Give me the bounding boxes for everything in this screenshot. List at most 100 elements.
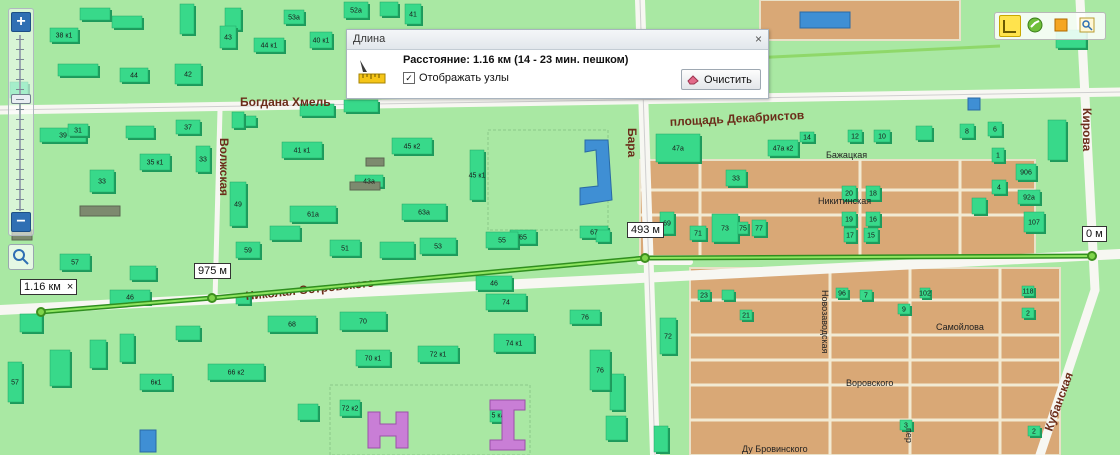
ruler-icon	[358, 60, 386, 84]
building-number: 6	[993, 127, 997, 134]
building-number: 65	[519, 235, 527, 242]
measure-popup: Длина × Расстояние: 1.16 км (14 - 23 мин…	[346, 29, 769, 99]
building[interactable]	[1047, 119, 1067, 161]
show-nodes-checkbox[interactable]: ✓	[403, 72, 415, 84]
building[interactable]	[297, 403, 319, 421]
building-number: 10	[878, 134, 886, 141]
zoom-tick	[16, 89, 24, 90]
svg-text:Воровского: Воровского	[846, 378, 893, 388]
building[interactable]	[89, 339, 107, 369]
building[interactable]	[119, 333, 135, 363]
distance-label-975: 975 м	[194, 263, 231, 279]
building[interactable]	[971, 197, 987, 215]
popup-title: Длина	[353, 33, 386, 45]
distance-label-493: 493 м	[627, 222, 664, 238]
building-number: 76	[581, 315, 589, 322]
building-number: 9	[902, 307, 906, 314]
building-number: 37	[184, 125, 192, 132]
building[interactable]	[79, 7, 111, 21]
building-number: 44	[130, 73, 138, 80]
route-node-start[interactable]	[36, 307, 46, 317]
building-number: 44 к1	[261, 43, 278, 50]
leaf-icon	[1027, 17, 1043, 33]
building-number: 76	[596, 368, 604, 375]
ruler-tool-button[interactable]	[999, 15, 1021, 37]
zoom-tick	[16, 149, 24, 150]
building[interactable]	[269, 225, 301, 241]
distance-value: 1.16 км	[24, 281, 61, 293]
building-number: 69	[663, 221, 671, 228]
building[interactable]	[721, 289, 735, 301]
building[interactable]	[175, 325, 201, 341]
building[interactable]	[595, 229, 611, 243]
area-tool-button[interactable]	[1051, 15, 1071, 35]
building-number: 53а	[288, 15, 300, 22]
building[interactable]	[653, 425, 669, 453]
route-node-end[interactable]	[1087, 251, 1097, 261]
building-number: 74	[502, 300, 510, 307]
layers-button[interactable]	[1025, 15, 1045, 35]
svg-text:Никитинская: Никитинская	[818, 196, 871, 206]
building-number: 57	[11, 380, 19, 387]
area-icon	[1054, 18, 1068, 32]
building-number: 63а	[418, 210, 430, 217]
zoom-tick	[16, 79, 24, 80]
building-number: 67	[590, 230, 598, 237]
building[interactable]	[379, 241, 415, 259]
building-number: 2	[1026, 311, 1030, 318]
zoom-tick	[16, 109, 24, 110]
show-nodes-label: Отображать узлы	[419, 72, 509, 84]
zoom-out-button[interactable]: −	[11, 212, 31, 232]
building-number: 70 к1	[365, 356, 382, 363]
building-number: 14	[803, 135, 811, 142]
search-map-button[interactable]	[1077, 15, 1097, 35]
building[interactable]	[379, 1, 399, 17]
zoom-tick	[16, 129, 24, 130]
popup-close-button[interactable]: ×	[755, 30, 762, 49]
building[interactable]	[343, 99, 379, 113]
zoom-tick	[16, 59, 24, 60]
svg-text:Бара: Бара	[625, 128, 639, 158]
building-number: 96	[838, 291, 846, 298]
svg-text:Ду Бровинского: Ду Бровинского	[742, 444, 808, 454]
remove-route-icon[interactable]: ×	[67, 281, 73, 293]
zoom-slider-track[interactable]	[19, 35, 21, 211]
route-node-493[interactable]	[640, 253, 650, 263]
building-number: 23	[700, 293, 708, 300]
building-number: 43	[224, 35, 232, 42]
distance-value: 0 м	[1086, 228, 1103, 240]
magnifier-icon	[13, 249, 29, 265]
clear-button-label: Очистить	[704, 74, 752, 86]
building-number: 39	[59, 133, 67, 140]
magnifier-tool[interactable]	[8, 244, 34, 270]
zoom-tick	[16, 159, 24, 160]
building[interactable]	[111, 15, 143, 29]
building-number: 72 к2	[342, 406, 359, 413]
distance-label-end: 0 м	[1082, 226, 1107, 242]
building-number: 43а	[363, 179, 375, 186]
building-number: 72	[664, 334, 672, 341]
building[interactable]	[231, 111, 245, 129]
svg-text:Волжская: Волжская	[217, 138, 231, 196]
building[interactable]	[49, 349, 71, 387]
building-number: 52а	[350, 8, 362, 15]
building-number: 75	[739, 226, 747, 233]
building-number: 45 к1	[469, 173, 486, 180]
building[interactable]	[605, 415, 627, 441]
map-toolbar	[994, 12, 1106, 40]
building[interactable]	[57, 63, 99, 77]
distance-value: 493 м	[631, 224, 660, 236]
building-number: 35 к1	[147, 160, 164, 167]
svg-text:Самойлова: Самойлова	[936, 322, 984, 332]
zoom-in-button[interactable]: +	[11, 12, 31, 32]
clear-button[interactable]: Очистить	[681, 69, 761, 90]
building[interactable]	[609, 373, 625, 411]
building-number: 6к1	[151, 380, 162, 387]
building-number: 92а	[1023, 195, 1035, 202]
building[interactable]	[915, 125, 933, 141]
building[interactable]	[179, 3, 195, 35]
building[interactable]	[125, 125, 155, 139]
route-node-975[interactable]	[207, 293, 217, 303]
building[interactable]	[129, 265, 157, 281]
svg-text:Бажацкая: Бажацкая	[826, 150, 867, 160]
